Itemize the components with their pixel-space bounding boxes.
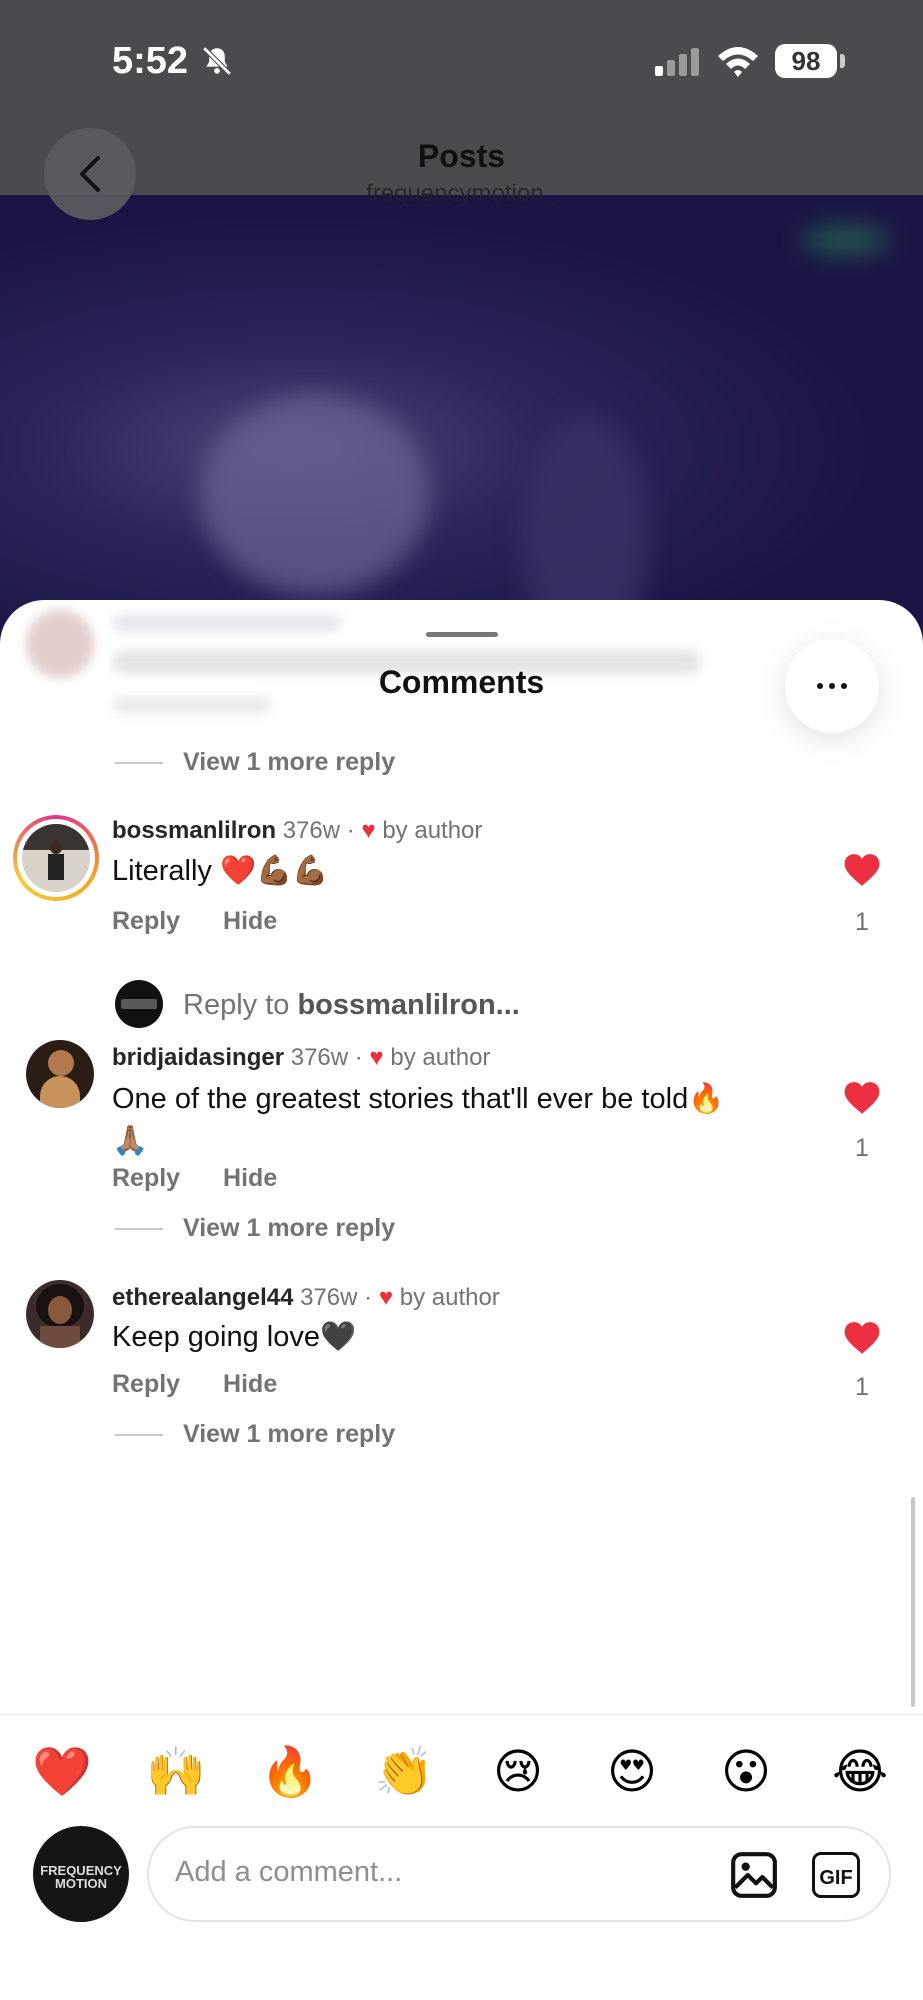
sheet-handle[interactable] — [426, 632, 498, 637]
quick-reaction-bar: ❤️ 🙌 🔥 👏 😢 😍 😮 😂 — [0, 1714, 923, 1825]
reaction-crying[interactable]: 😢 — [488, 1742, 548, 1802]
gif-icon[interactable]: GIF — [812, 1852, 860, 1898]
comment-meta: etherealangel44 376w · ♥ by author — [112, 1284, 500, 1311]
photo-blob — [800, 225, 890, 255]
reply-button[interactable]: Reply — [112, 907, 180, 935]
status-time: 5:52 — [112, 40, 189, 82]
hide-button[interactable]: Hide — [223, 1164, 277, 1192]
heart-icon: ♥ — [369, 1044, 384, 1071]
avatar — [22, 824, 90, 892]
battery-icon: 98 — [775, 44, 837, 78]
hide-button[interactable]: Hide — [223, 1370, 277, 1398]
avatar[interactable] — [26, 1040, 94, 1108]
more-options-button[interactable] — [785, 639, 879, 733]
comment-username[interactable]: bridjaidasinger — [112, 1044, 284, 1071]
comment-meta: bossmanlilron 376w · ♥ by author — [112, 817, 483, 844]
hide-button[interactable]: Hide — [223, 907, 277, 935]
scrollbar[interactable] — [911, 1497, 915, 1707]
comment-composer: FREQUENCY MOTION Add a comment... GIF — [0, 1826, 923, 2000]
comment-input[interactable]: Add a comment... GIF — [147, 1826, 891, 1922]
post-photo-background — [0, 195, 923, 655]
liked-by-author: by author — [390, 1044, 491, 1071]
heart-icon[interactable] — [843, 1080, 881, 1116]
view-more-replies[interactable]: View 1 more reply — [115, 748, 395, 777]
reaction-laughing[interactable]: 😂 — [830, 1742, 890, 1802]
heart-icon: ♥ — [378, 1284, 394, 1311]
comment-input-placeholder: Add a comment... — [175, 1856, 403, 1888]
avatar[interactable] — [26, 1280, 94, 1348]
reply-to-prompt[interactable]: Reply to bossmanlilron... — [183, 989, 520, 1022]
comment-username[interactable]: bossmanlilron — [112, 817, 276, 844]
comment-age: 376w — [300, 1284, 358, 1311]
status-bar: 5:52 98 — [0, 0, 923, 120]
image-icon[interactable] — [729, 1850, 779, 1900]
comment-text: One of the greatest stories that'll ever… — [112, 1083, 725, 1115]
my-avatar-small — [115, 980, 163, 1028]
comment-meta: bridjaidasinger 376w · ♥ by author — [112, 1044, 491, 1071]
reaction-clap[interactable]: 👏 — [374, 1742, 434, 1802]
comment-text: Literally ❤️💪🏾💪🏾 — [112, 855, 329, 887]
liked-by-author: by author — [382, 817, 483, 844]
heart-icon[interactable] — [843, 1320, 881, 1356]
reaction-heart[interactable]: ❤️ — [32, 1742, 92, 1802]
signal-icon — [655, 48, 703, 76]
comment-text: Keep going love🖤 — [112, 1321, 357, 1353]
reaction-raised-hands[interactable]: 🙌 — [146, 1742, 206, 1802]
comment-actions: Reply Hide — [112, 907, 313, 936]
like-count: 1 — [855, 908, 869, 936]
comment-actions: Reply Hide — [112, 1370, 313, 1399]
view-more-replies[interactable]: View 1 more reply — [115, 1420, 395, 1449]
comment-username[interactable]: etherealangel44 — [112, 1284, 293, 1311]
more-icon — [817, 683, 823, 689]
avatar-logo-text: MOTION — [55, 1876, 107, 1891]
reaction-heart-eyes[interactable]: 😍 — [602, 1742, 662, 1802]
reaction-surprised[interactable]: 😮 — [716, 1742, 776, 1802]
reply-button[interactable]: Reply — [112, 1370, 180, 1398]
view-more-replies[interactable]: View 1 more reply — [115, 1214, 395, 1243]
like-count: 1 — [855, 1134, 869, 1162]
comment-age: 376w — [290, 1044, 349, 1071]
like-count: 1 — [855, 1373, 869, 1401]
page-subtitle[interactable]: frequencymotion_ — [0, 180, 923, 208]
reaction-fire[interactable]: 🔥 — [260, 1742, 320, 1802]
liked-by-author: by author — [399, 1284, 500, 1311]
comment-actions: Reply Hide — [112, 1164, 313, 1193]
battery-tip — [840, 54, 845, 68]
comment-text-line2: 🙏🏽 — [112, 1125, 149, 1157]
heart-icon: ♥ — [361, 817, 376, 844]
page-title: Posts — [417, 138, 506, 174]
heart-icon[interactable] — [843, 852, 881, 888]
avatar-story-ring[interactable] — [13, 815, 99, 901]
reply-button[interactable]: Reply — [112, 1164, 180, 1192]
bell-slash-icon — [202, 46, 232, 76]
wifi-icon — [718, 47, 758, 77]
comment-age: 376w — [282, 817, 341, 844]
my-avatar: FREQUENCY MOTION — [33, 1826, 129, 1922]
photo-blob — [200, 395, 430, 595]
